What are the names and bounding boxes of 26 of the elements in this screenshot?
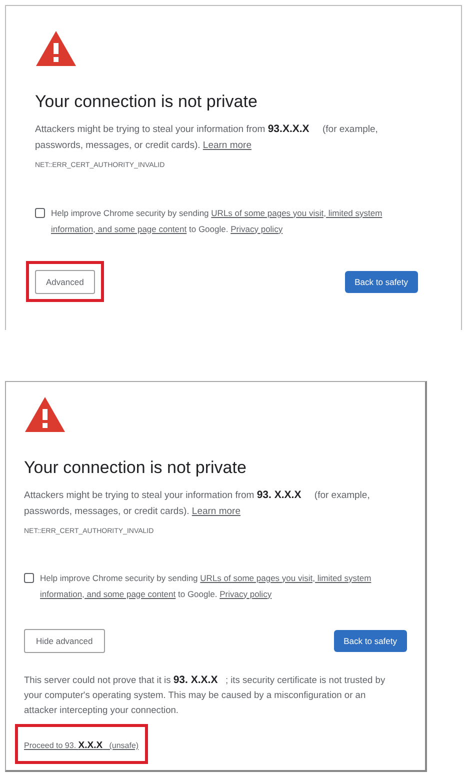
checkbox[interactable] (35, 208, 45, 218)
advanced-button[interactable]: Hide advanced (24, 628, 105, 653)
back-to-safety-button[interactable]: Back to safety (344, 271, 418, 294)
chrome-security-link[interactable]: information, and some page content (51, 224, 187, 234)
chrome-security-link[interactable]: URLs of some pages you visit, limited system (200, 572, 372, 582)
checkbox-label: to Google. (178, 588, 218, 598)
learn-more-link[interactable]: Learn more (202, 140, 252, 151)
description-text: Attackers might be trying to steal your information from 93. X.X.X (for example, passwords, messages, or credit cards). Learn more (24, 488, 371, 519)
details-text: This server could not prove that it is 93. X.X.X ; its security certificate is not trusted by your computer's operating system. This may be caused by a misconfiguration or an attacker intercepting your connection. (24, 672, 386, 717)
page-title: Your connection is not private (35, 91, 258, 113)
chrome-security-link[interactable]: information, and some page content (40, 588, 176, 598)
description-text: Attackers might be trying to steal your information from 93.X.X.X (for example, passwords, messages, or credit cards). Learn more (35, 122, 379, 153)
checkbox-label: to Google. (189, 224, 228, 234)
checkbox[interactable] (24, 572, 34, 582)
checkbox-label: Help improve Chrome security by sending (40, 572, 198, 582)
proceed-link[interactable]: Proceed to 93. X.X.X (unsafe) (24, 740, 139, 750)
chrome-security-link[interactable]: Privacy policy (230, 224, 283, 234)
page-title: Your connection is not private (24, 457, 248, 479)
checkbox-label: Help improve Chrome security by sending (51, 208, 209, 218)
chrome-security-link[interactable]: URLs of some pages you visit, limited system (211, 208, 382, 218)
learn-more-link[interactable]: Learn more (192, 506, 240, 517)
advanced-button[interactable]: Advanced (35, 270, 95, 294)
warning-icon (35, 30, 77, 67)
warning-icon (24, 396, 66, 433)
back-to-safety-button[interactable]: Back to safety (334, 630, 407, 652)
chrome-security-link[interactable]: Privacy policy (220, 588, 272, 598)
